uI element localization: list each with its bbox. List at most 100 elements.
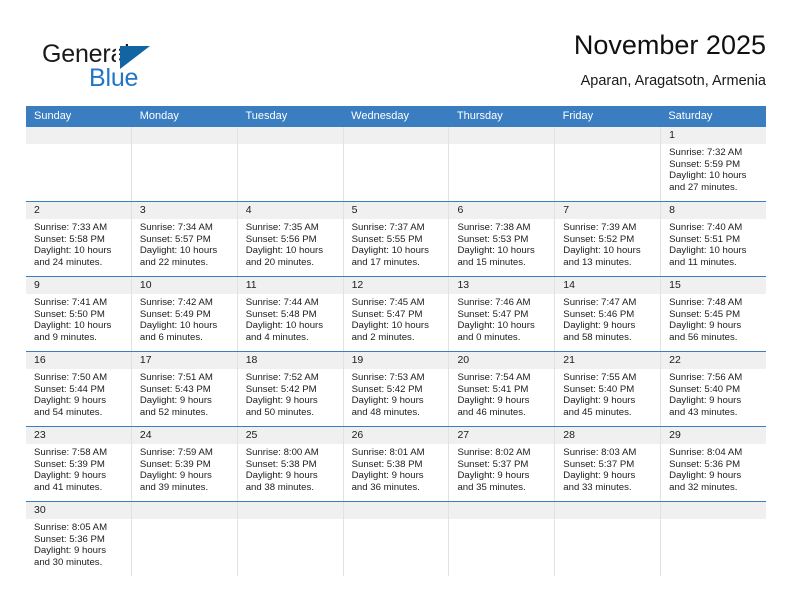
calendar-day-cell[interactable]: 4 Sunrise: 7:35 AM Sunset: 5:56 PM Daylight…: [237, 202, 344, 276]
daylight-text-line1: Daylight: 9 hours: [139, 395, 212, 407]
daylight-text-line2: and 35 minutes.: [457, 481, 526, 493]
day-details: Sunrise: 7:41 AM Sunset: 5:50 PM Daylight:…: [26, 294, 131, 343]
calendar-day-cell[interactable]: 25 Sunrise: 8:00 AM Sunset: 5:38 PM Dayligh…: [237, 427, 344, 501]
calendar-day-cell[interactable]: 3 Sunrise: 7:34 AM Sunset: 5:57 PM Daylight…: [131, 202, 238, 276]
day-number: 30: [26, 502, 131, 519]
daylight-text-line2: and 20 minutes.: [245, 256, 314, 268]
day-details: Sunrise: 7:52 AM Sunset: 5:42 PM Daylight:…: [238, 369, 343, 418]
calendar-day-cell[interactable]: 8 Sunrise: 7:40 AM Sunset: 5:51 PM Daylight…: [661, 202, 767, 276]
sunset-text: Sunset: 5:36 PM: [669, 458, 741, 470]
calendar-day-cell[interactable]: 24 Sunrise: 7:59 AM Sunset: 5:39 PM Dayligh…: [131, 427, 238, 501]
daylight-text-line1: Daylight: 9 hours: [34, 395, 106, 407]
calendar-day-cell[interactable]: 29 Sunrise: 8:04 AM Sunset: 5:36 PM Dayligh…: [661, 427, 767, 501]
sunrise-text: Sunrise: 7:37 AM: [351, 222, 425, 233]
daylight-text-line1: Daylight: 10 hours: [457, 245, 535, 257]
calendar-day-cell[interactable]: 15 Sunrise: 7:48 AM Sunset: 5:45 PM Dayligh…: [661, 277, 767, 351]
day-number: 19: [343, 352, 449, 369]
sunset-text: Sunset: 5:37 PM: [563, 458, 635, 470]
daylight-text-line2: and 15 minutes.: [457, 256, 526, 268]
day-number: [661, 502, 767, 519]
calendar-day-cell[interactable]: 28 Sunrise: 8:03 AM Sunset: 5:37 PM Dayligh…: [555, 427, 662, 501]
calendar-day-cell[interactable]: 1 Sunrise: 7:32 AM Sunset: 5:59 PM Daylight…: [661, 127, 767, 201]
calendar-day-cell[interactable]: 22 Sunrise: 7:56 AM Sunset: 5:40 PM Dayligh…: [661, 352, 767, 426]
calendar-day-cell[interactable]: 30 Sunrise: 8:05 AM Sunset: 5:36 PM Dayligh…: [26, 502, 132, 576]
day-details: Sunrise: 7:42 AM Sunset: 5:49 PM Daylight:…: [132, 294, 237, 343]
daylight-text-line1: Daylight: 9 hours: [457, 470, 530, 482]
day-number: 5: [343, 202, 449, 219]
sunset-text: Sunset: 5:43 PM: [139, 383, 211, 395]
calendar-day-cell[interactable]: 27 Sunrise: 8:02 AM Sunset: 5:37 PM Dayligh…: [449, 427, 556, 501]
calendar-day-cell[interactable]: 16 Sunrise: 7:50 AM Sunset: 5:44 PM Dayligh…: [26, 352, 132, 426]
calendar-day-cell[interactable]: 10 Sunrise: 7:42 AM Sunset: 5:49 PM Dayligh…: [131, 277, 238, 351]
calendar-day-cell[interactable]: 17 Sunrise: 7:51 AM Sunset: 5:43 PM Dayligh…: [131, 352, 238, 426]
daylight-text-line2: and 17 minutes.: [351, 256, 420, 268]
sunrise-text: Sunrise: 7:58 AM: [34, 447, 108, 458]
calendar-week-row: 23 Sunrise: 7:58 AM Sunset: 5:39 PM Dayligh…: [26, 427, 767, 502]
day-details: Sunrise: 7:33 AM Sunset: 5:58 PM Daylight:…: [26, 219, 131, 268]
day-details: Sunrise: 8:04 AM Sunset: 5:36 PM Daylight:…: [661, 444, 766, 493]
weekday-header-thursday: Thursday: [456, 110, 503, 122]
sunrise-text: Sunrise: 8:01 AM: [351, 447, 425, 458]
calendar-day-cell[interactable]: 6 Sunrise: 7:38 AM Sunset: 5:53 PM Daylight…: [449, 202, 556, 276]
calendar-day-cell[interactable]: 26 Sunrise: 8:01 AM Sunset: 5:38 PM Dayligh…: [343, 427, 450, 501]
sunrise-text: Sunrise: 7:32 AM: [669, 147, 743, 158]
calendar-day-cell[interactable]: 12 Sunrise: 7:45 AM Sunset: 5:47 PM Dayligh…: [343, 277, 450, 351]
day-details: Sunrise: 7:37 AM Sunset: 5:55 PM Daylight:…: [344, 219, 449, 268]
sunrise-text: Sunrise: 7:59 AM: [139, 447, 213, 458]
weekday-header-tuesday: Tuesday: [245, 110, 288, 122]
calendar-day-cell[interactable]: 23 Sunrise: 7:58 AM Sunset: 5:39 PM Dayligh…: [26, 427, 132, 501]
sunrise-text: Sunrise: 7:44 AM: [245, 297, 319, 308]
calendar-week-row: 9 Sunrise: 7:41 AM Sunset: 5:50 PM Daylight…: [26, 277, 767, 352]
calendar-day-cell[interactable]: 21 Sunrise: 7:55 AM Sunset: 5:40 PM Dayligh…: [555, 352, 662, 426]
sunset-text: Sunset: 5:39 PM: [139, 458, 211, 470]
day-number: 12: [343, 277, 449, 294]
daylight-text-line2: and 27 minutes.: [669, 181, 738, 193]
day-details: Sunrise: 7:39 AM Sunset: 5:52 PM Daylight:…: [555, 219, 660, 268]
daylight-text-line2: and 58 minutes.: [563, 331, 632, 343]
calendar-day-cell[interactable]: 9 Sunrise: 7:41 AM Sunset: 5:50 PM Daylight…: [26, 277, 132, 351]
calendar-day-cell[interactable]: 19 Sunrise: 7:53 AM Sunset: 5:42 PM Dayligh…: [343, 352, 450, 426]
day-number: 14: [555, 277, 661, 294]
day-number: 10: [131, 277, 237, 294]
day-number: 29: [661, 427, 767, 444]
sunset-text: Sunset: 5:52 PM: [563, 233, 635, 245]
calendar-day-cell-empty: [237, 502, 344, 576]
day-number: 3: [131, 202, 237, 219]
daylight-text-line2: and 24 minutes.: [34, 256, 103, 268]
day-number: 23: [26, 427, 131, 444]
sunset-text: Sunset: 5:55 PM: [351, 233, 423, 245]
calendar-grid: Sunday Monday Tuesday Wednesday Thursday Frid…: [26, 106, 767, 576]
page-header: General Blue November 2025 Aparan, Araga…: [26, 28, 766, 100]
sunset-text: Sunset: 5:56 PM: [245, 233, 317, 245]
sunrise-text: Sunrise: 7:54 AM: [457, 372, 531, 383]
sunset-text: Sunset: 5:42 PM: [351, 383, 423, 395]
daylight-text-line1: Daylight: 9 hours: [351, 395, 424, 407]
logo-text-blue: Blue: [89, 64, 139, 92]
calendar-day-cell[interactable]: 14 Sunrise: 7:47 AM Sunset: 5:46 PM Dayligh…: [555, 277, 662, 351]
sunrise-text: Sunrise: 7:56 AM: [669, 372, 743, 383]
day-number: 7: [555, 202, 661, 219]
calendar-day-cell[interactable]: 11 Sunrise: 7:44 AM Sunset: 5:48 PM Dayligh…: [237, 277, 344, 351]
calendar-day-cell[interactable]: 20 Sunrise: 7:54 AM Sunset: 5:41 PM Dayligh…: [449, 352, 556, 426]
page-title: November 2025: [573, 30, 766, 60]
day-details: Sunrise: 7:51 AM Sunset: 5:43 PM Daylight:…: [132, 369, 237, 418]
daylight-text-line1: Daylight: 10 hours: [139, 320, 218, 332]
daylight-text-line1: Daylight: 9 hours: [669, 320, 742, 332]
sunrise-text: Sunrise: 7:45 AM: [351, 297, 425, 308]
calendar-day-cell[interactable]: 5 Sunrise: 7:37 AM Sunset: 5:55 PM Daylight…: [343, 202, 450, 276]
daylight-text-line1: Daylight: 10 hours: [669, 245, 747, 257]
day-details: Sunrise: 7:38 AM Sunset: 5:53 PM Daylight:…: [449, 219, 554, 268]
calendar-day-cell-empty: [449, 127, 556, 201]
sunset-text: Sunset: 5:39 PM: [34, 458, 105, 470]
daylight-text-line1: Daylight: 9 hours: [245, 395, 318, 407]
calendar-day-cell[interactable]: 7 Sunrise: 7:39 AM Sunset: 5:52 PM Daylight…: [555, 202, 662, 276]
sunrise-text: Sunrise: 7:53 AM: [351, 372, 425, 383]
calendar-day-cell[interactable]: 13 Sunrise: 7:46 AM Sunset: 5:47 PM Dayligh…: [449, 277, 556, 351]
daylight-text-line2: and 54 minutes.: [34, 406, 103, 418]
calendar-day-cell-empty: [449, 502, 556, 576]
calendar-day-cell-empty: [661, 502, 767, 576]
calendar-day-cell[interactable]: 18 Sunrise: 7:52 AM Sunset: 5:42 PM Dayligh…: [237, 352, 344, 426]
day-number: 20: [449, 352, 555, 369]
sunset-text: Sunset: 5:47 PM: [457, 308, 529, 320]
calendar-day-cell[interactable]: 2 Sunrise: 7:33 AM Sunset: 5:58 PM Daylight…: [26, 202, 132, 276]
